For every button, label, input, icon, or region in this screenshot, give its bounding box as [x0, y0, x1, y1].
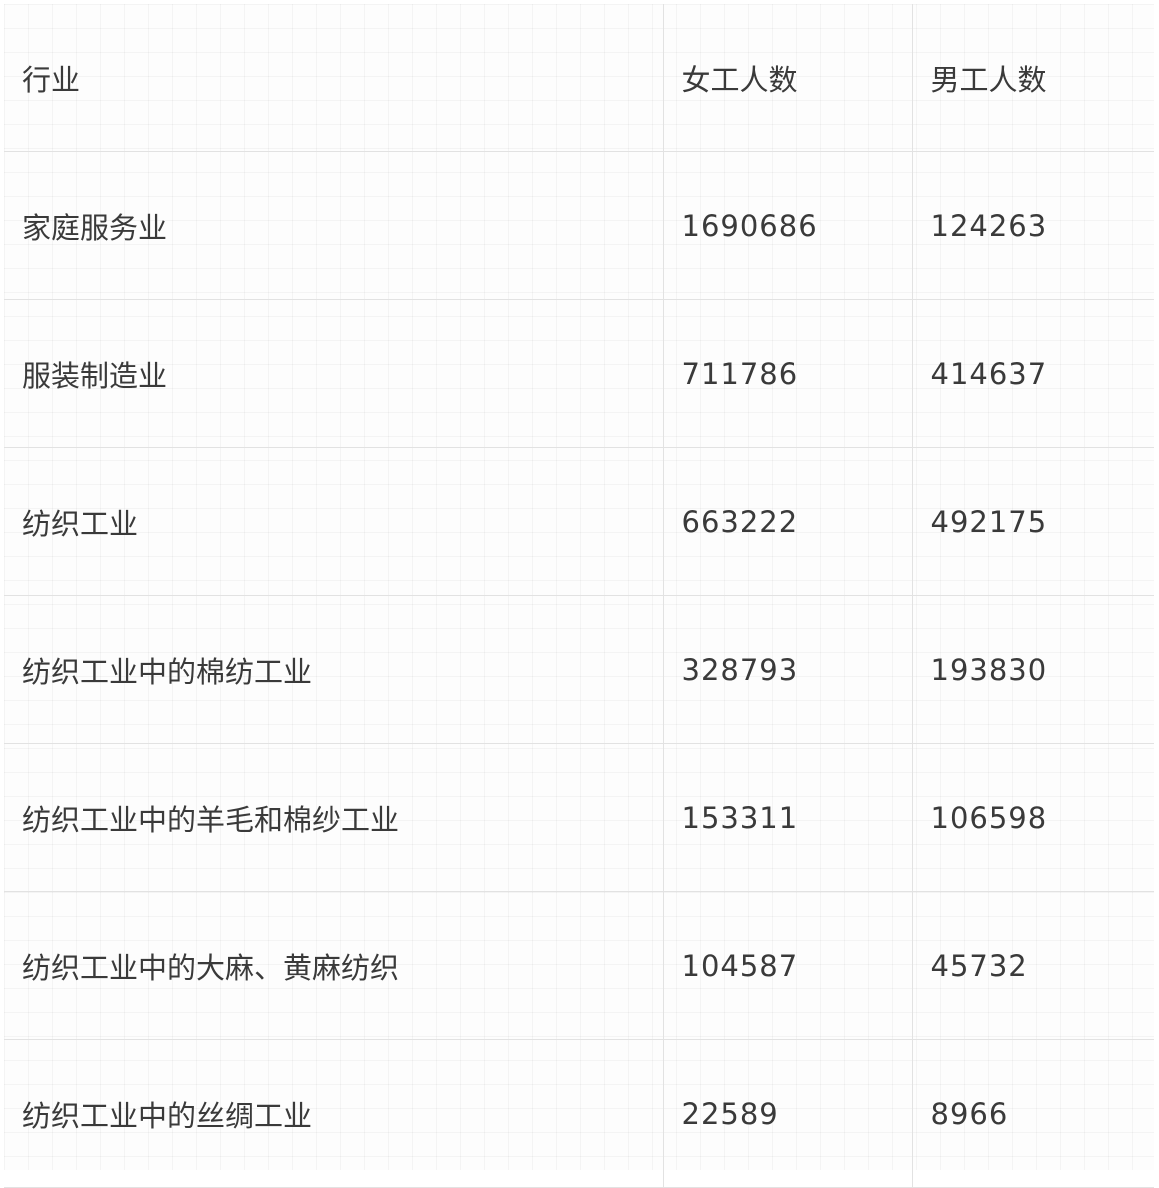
table-row: 纺织工业中的羊毛和棉纱工业 153311 106598 — [4, 743, 1154, 892]
cell-male-count: 106598 — [911, 743, 1154, 892]
cell-male-count: 45732 — [911, 891, 1154, 1040]
cell-female-count: 153311 — [662, 743, 913, 892]
industry-workers-table: 行业 女工人数 男工人数 家庭服务业 1690686 124263 服装制造业 … — [4, 4, 1154, 1188]
cell-male-count: 414637 — [911, 299, 1154, 448]
cell-female-count: 711786 — [662, 299, 913, 448]
cell-male-count: 124263 — [911, 151, 1154, 300]
cell-industry: 纺织工业中的丝绸工业 — [4, 1039, 664, 1188]
cell-female-count: 104587 — [662, 891, 913, 1040]
table-row: 服装制造业 711786 414637 — [4, 299, 1154, 448]
table-row: 纺织工业中的大麻、黄麻纺织 104587 45732 — [4, 891, 1154, 1040]
cell-male-count: 492175 — [911, 447, 1154, 596]
cell-male-count: 193830 — [911, 595, 1154, 744]
cell-male-count: 8966 — [911, 1039, 1154, 1188]
cell-industry: 纺织工业中的棉纺工业 — [4, 595, 664, 744]
header-male-workers: 男工人数 — [911, 4, 1154, 152]
table-header-row: 行业 女工人数 男工人数 — [4, 4, 1154, 152]
header-industry: 行业 — [4, 4, 664, 152]
cell-female-count: 1690686 — [662, 151, 913, 300]
page-background: 行业 女工人数 男工人数 家庭服务业 1690686 124263 服装制造业 … — [4, 4, 1154, 1188]
cell-industry: 纺织工业中的羊毛和棉纱工业 — [4, 743, 664, 892]
cell-female-count: 328793 — [662, 595, 913, 744]
cell-industry: 家庭服务业 — [4, 151, 664, 300]
cell-industry: 纺织工业 — [4, 447, 664, 596]
table-row: 家庭服务业 1690686 124263 — [4, 151, 1154, 300]
cell-female-count: 663222 — [662, 447, 913, 596]
table-row: 纺织工业中的棉纺工业 328793 193830 — [4, 595, 1154, 744]
table-row: 纺织工业 663222 492175 — [4, 447, 1154, 596]
cell-industry: 服装制造业 — [4, 299, 664, 448]
table-row: 纺织工业中的丝绸工业 22589 8966 — [4, 1039, 1154, 1188]
cell-female-count: 22589 — [662, 1039, 913, 1188]
cell-industry: 纺织工业中的大麻、黄麻纺织 — [4, 891, 664, 1040]
header-female-workers: 女工人数 — [662, 4, 913, 152]
